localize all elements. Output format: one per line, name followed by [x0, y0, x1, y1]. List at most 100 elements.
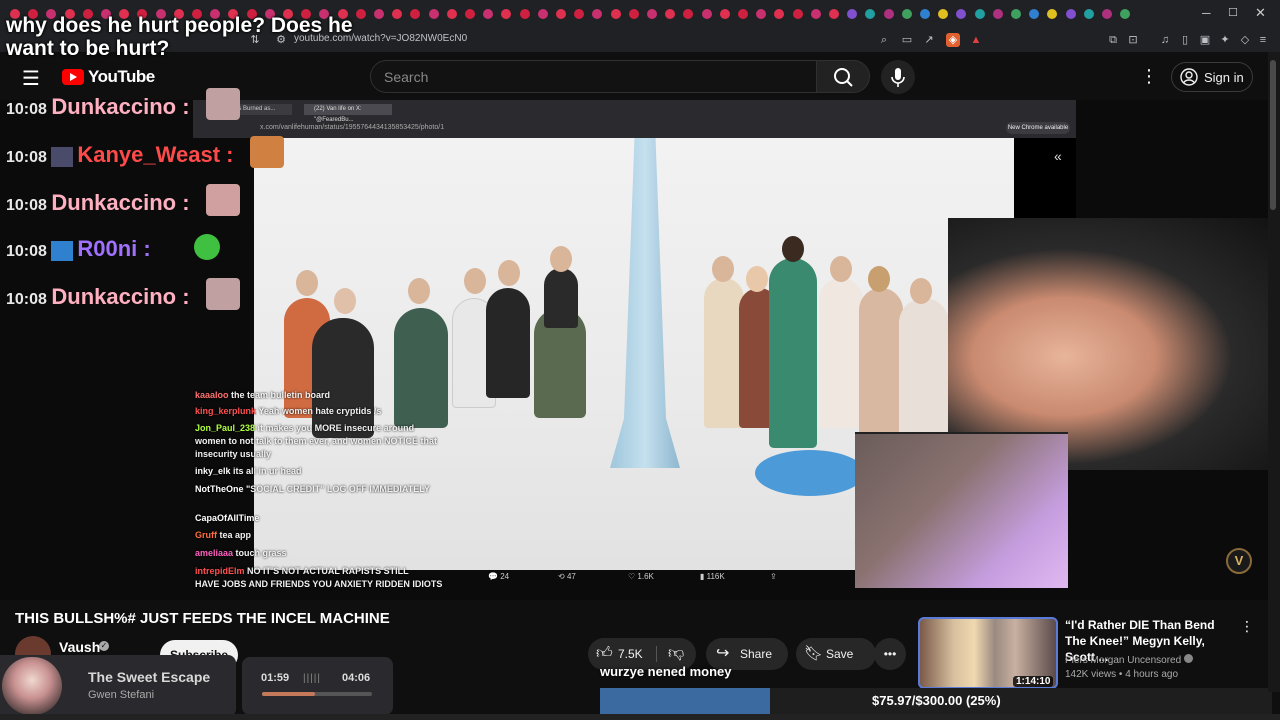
tab-favicon-icon[interactable]: [974, 9, 985, 19]
tab-favicon-icon[interactable]: [865, 9, 876, 19]
share-page-icon[interactable]: ↗: [922, 33, 936, 47]
tab-favicon-icon[interactable]: [592, 9, 603, 19]
wallet-icon[interactable]: ▣: [1198, 33, 1212, 47]
window-minimize-icon[interactable]: ─: [1202, 6, 1211, 20]
tab-favicon-icon[interactable]: [574, 9, 585, 19]
tab-favicon-icon[interactable]: [1011, 9, 1021, 19]
tab-favicon-icon[interactable]: [701, 9, 712, 19]
tab-favicon-icon[interactable]: [883, 9, 894, 19]
search-box[interactable]: [370, 60, 817, 93]
tab-favicon-icon[interactable]: [938, 9, 949, 19]
stream-chat-username[interactable]: king_kerplunk: [195, 406, 258, 416]
chat-username[interactable]: Dunkaccino: [51, 94, 176, 119]
youtube-logo-icon[interactable]: [62, 69, 84, 85]
tab-favicon-icon[interactable]: [992, 9, 1003, 19]
more-actions-button[interactable]: •••: [874, 638, 906, 670]
tab-favicon-icon[interactable]: [537, 9, 548, 19]
stream-chat-username[interactable]: CapaOfAllTime: [195, 513, 259, 523]
tab-favicon-icon[interactable]: [829, 9, 839, 19]
voice-search-button[interactable]: [881, 60, 915, 94]
extensions-icon[interactable]: ⧉: [1106, 33, 1120, 47]
tab-favicon-icon[interactable]: [719, 9, 730, 19]
screenshot-icon[interactable]: ⊡: [1126, 33, 1140, 47]
save-button[interactable]: 🔖︎ Save: [796, 638, 876, 670]
tab-favicon-icon[interactable]: [665, 9, 676, 19]
tab-favicon-icon[interactable]: [738, 9, 748, 19]
media-icon[interactable]: ♫: [1158, 33, 1172, 47]
tab-favicon-icon[interactable]: [446, 9, 457, 19]
collapse-icon[interactable]: «: [1054, 148, 1062, 164]
tweet-views[interactable]: ▮ 116K: [700, 572, 725, 581]
tab-favicon-icon[interactable]: [1120, 9, 1131, 19]
stream-chat-message: it makes you MORE insecure around: [257, 423, 415, 433]
chat-badge-icon: [51, 240, 74, 261]
tab-favicon-icon[interactable]: [901, 9, 912, 19]
window-maximize-icon[interactable]: ☐: [1228, 6, 1238, 19]
youtube-logo-text[interactable]: YouTube: [88, 67, 155, 87]
tab-favicon-icon[interactable]: [1102, 9, 1112, 19]
chat-username[interactable]: Kanye_Weast: [77, 142, 220, 167]
stream-chat-line: ameliaaa touch grass: [195, 548, 287, 558]
chat-overlay-line: 10:08 Dunkaccino :: [6, 190, 190, 216]
stream-chat-line: kaaaloo the team bulletin board: [195, 390, 330, 400]
channel-watermark-icon[interactable]: V: [1226, 548, 1252, 574]
tab-favicon-icon[interactable]: [956, 9, 967, 19]
chat-colon: :: [220, 142, 234, 167]
search-input[interactable]: [371, 61, 816, 92]
stream-chat-username[interactable]: kaaaloo: [195, 390, 231, 400]
tab-favicon-icon[interactable]: [683, 9, 694, 19]
scrollbar-thumb[interactable]: [1270, 60, 1276, 210]
tab-favicon-icon[interactable]: [774, 9, 785, 19]
tab-favicon-icon[interactable]: [628, 9, 639, 19]
channel-name[interactable]: Vaush: [59, 639, 100, 655]
stream-chat-username[interactable]: Jon_Paul_238: [195, 423, 258, 433]
chat-username[interactable]: Dunkaccino: [51, 284, 176, 309]
tab-favicon-icon[interactable]: [483, 9, 494, 19]
window-close-icon[interactable]: ✕: [1255, 5, 1266, 21]
hamburger-icon[interactable]: ☰: [22, 66, 40, 91]
tab-favicon-icon[interactable]: [1029, 9, 1040, 19]
search-button[interactable]: [816, 60, 870, 93]
tab-favicon-icon[interactable]: [519, 9, 530, 19]
tweet-share-icon[interactable]: ⇪: [770, 572, 777, 581]
tab-favicon-icon[interactable]: [410, 9, 421, 19]
vpn-icon[interactable]: ◇: [1238, 33, 1252, 47]
stream-chat-username[interactable]: NotTheOne: [195, 484, 246, 494]
tab-favicon-icon[interactable]: [847, 9, 858, 19]
tab-favicon-icon[interactable]: [428, 9, 439, 19]
sidebar-icon[interactable]: ▯: [1178, 33, 1192, 47]
tab-favicon-icon[interactable]: [1065, 9, 1076, 19]
tab-favicon-icon[interactable]: [810, 9, 821, 19]
recommended-channel[interactable]: Piers Morgan Uncensored: [1065, 654, 1193, 666]
chat-time: 10:08: [6, 291, 52, 308]
cast-icon[interactable]: ▭: [900, 33, 914, 47]
tab-favicon-icon[interactable]: [465, 9, 475, 19]
tab-favicon-icon[interactable]: [647, 9, 657, 19]
recommended-kebab-icon[interactable]: ⋮: [1240, 618, 1254, 635]
tab-favicon-icon[interactable]: [610, 9, 621, 19]
ai-icon[interactable]: ✦: [1218, 33, 1232, 47]
stream-chat-username[interactable]: inky_elk: [195, 466, 233, 476]
tweet-reposts[interactable]: ⟲ 47: [558, 572, 576, 581]
stream-chat-username[interactable]: intrepidElm: [195, 566, 247, 576]
tweet-replies[interactable]: 💬 24: [488, 572, 509, 581]
tab-favicon-icon[interactable]: [501, 9, 512, 19]
tab-favicon-icon[interactable]: [756, 9, 767, 19]
stream-chat-username[interactable]: Gruff: [195, 530, 220, 540]
settings-kebab-icon[interactable]: ⋮: [1140, 66, 1158, 87]
brave-shield-icon[interactable]: ◈: [946, 33, 960, 47]
tab-favicon-icon[interactable]: [556, 9, 566, 19]
browser-menu-icon[interactable]: ≡: [1256, 33, 1270, 47]
zoom-icon[interactable]: ⌕: [877, 33, 891, 47]
chat-username[interactable]: R00ni: [77, 236, 137, 261]
tab-favicon-icon[interactable]: [1083, 9, 1094, 19]
tab-favicon-icon[interactable]: [792, 9, 803, 19]
chat-username[interactable]: Dunkaccino: [51, 190, 176, 215]
stream-chat-username[interactable]: ameliaaa: [195, 548, 236, 558]
tab-favicon-icon[interactable]: [1047, 9, 1058, 19]
tweet-likes[interactable]: ♡ 1.6K: [628, 572, 654, 581]
sign-in-button[interactable]: Sign in: [1171, 62, 1253, 92]
alert-icon[interactable]: ▲: [969, 33, 983, 47]
tab-favicon-icon[interactable]: [920, 9, 930, 19]
stream-chat-message: the team bulletin board: [231, 390, 331, 400]
